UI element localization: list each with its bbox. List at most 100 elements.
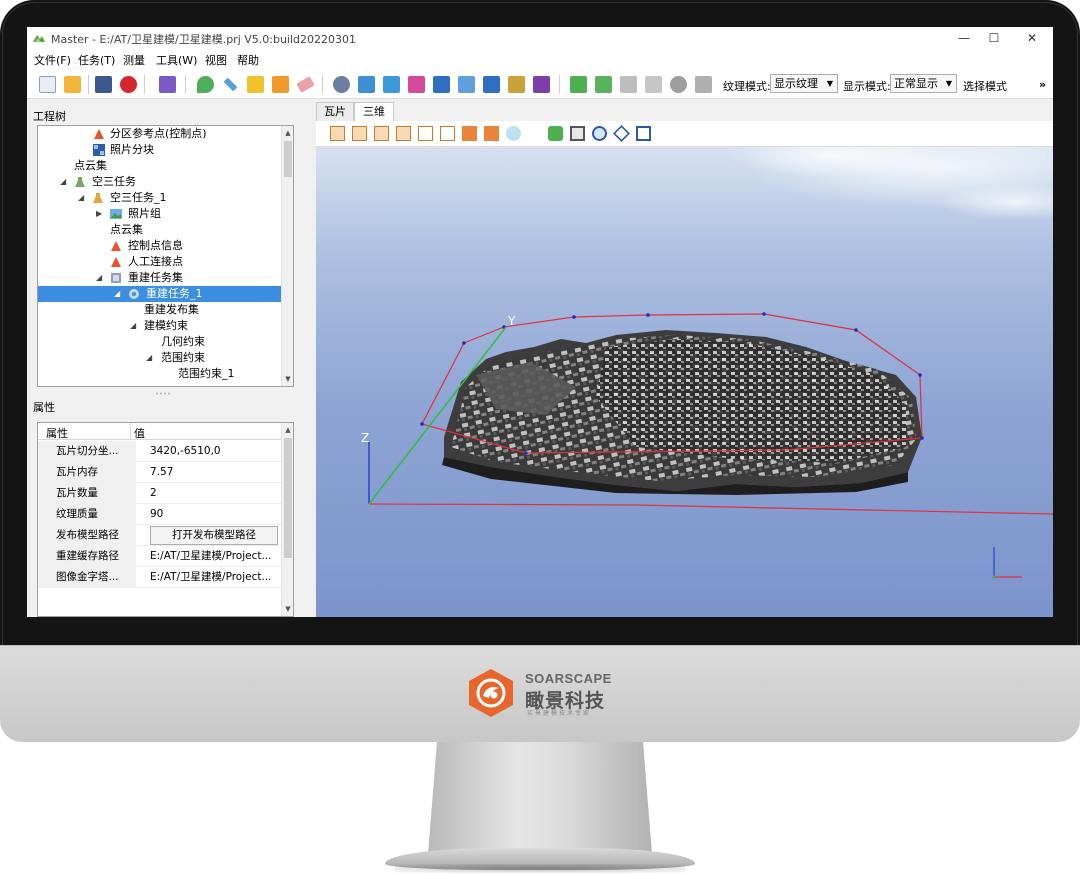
text-icon[interactable] [458,76,475,93]
tab-3d[interactable]: 三维 [354,102,394,122]
view-bottom-icon[interactable] [440,126,455,141]
brand-name-en: SOARSCAPE [525,671,612,686]
tree-item-photo-group[interactable]: ▶ 照片组 [38,206,281,222]
camera-start-icon[interactable] [570,76,587,93]
property-row[interactable]: 重建缓存路径 E:/AT/卫星建模/Project... [38,546,281,567]
eraser-icon[interactable] [296,76,315,93]
lasso-select-icon[interactable] [613,125,630,142]
property-row[interactable]: 纹理质量 90 [38,504,281,525]
maximize-button[interactable]: ☐ [979,29,1009,47]
open-folder-icon[interactable] [64,76,81,93]
save-icon[interactable] [95,76,112,93]
photo-group-icon[interactable] [408,76,425,93]
tab-tiles[interactable]: 瓦片 [316,102,354,121]
tree-item-tie-points[interactable]: 人工连接点 [38,254,281,270]
expand-arrow-icon[interactable]: ◢ [146,350,152,366]
z-axis-label: Z [361,431,369,445]
view-eye-icon[interactable] [506,126,521,141]
select-check-icon[interactable] [548,126,563,141]
box-select-icon[interactable] [570,126,585,141]
view-left-icon[interactable] [374,126,389,141]
tree-item-point-cloud-set-2[interactable]: 点云集 [38,222,281,238]
camera-info-icon[interactable] [645,76,662,93]
volume-measure-icon[interactable] [272,76,289,93]
scroll-up-icon[interactable]: ▲ [282,126,293,140]
tree-item-photo-blocks[interactable]: 照片分块 [38,142,281,158]
property-row[interactable]: 瓦片数量 2 [38,483,281,504]
ruler-icon[interactable] [223,77,238,92]
minimize-button[interactable]: — [949,29,979,47]
display-mode-select[interactable]: 正常显示 ▼ [890,74,957,93]
tree-item-aerotriangulation[interactable]: ◢ 空三任务 [38,174,281,190]
user-task-icon[interactable] [358,76,375,93]
property-row[interactable]: 图像金字塔... E:/AT/卫星建模/Project... [38,567,281,588]
tree-scrollbar[interactable]: ▲ ▼ [281,126,293,386]
properties-scrollbar[interactable]: ▲ ▼ [281,423,293,616]
reality-mesh-buildings [596,339,906,463]
close-button[interactable]: ✕ [1017,29,1047,47]
expand-arrow-icon[interactable]: ◢ [130,318,136,334]
delete-icon[interactable] [120,76,137,93]
property-row[interactable]: 瓦片切分坐... 3420,-6510,0 [38,441,281,462]
properties-header: 属性 值 [38,423,281,440]
area-measure-icon[interactable] [247,76,264,93]
tree-item-point-cloud-set[interactable]: 点云集 [38,158,281,174]
scroll-up-icon[interactable]: ▲ [282,423,293,437]
menu-measure[interactable]: 测量 [123,52,145,68]
view-front-icon[interactable] [330,126,345,141]
expand-arrow-icon[interactable]: ◢ [96,270,102,286]
log-icon[interactable] [483,76,500,93]
select-mode-button[interactable]: 选择模式 [963,78,1007,94]
view-right-icon[interactable] [396,126,411,141]
tree-item-geometry-constraint[interactable]: 几何约束 [38,334,281,350]
grid-icon[interactable] [159,76,176,93]
menu-file[interactable]: 文件(F) [34,52,71,68]
tree-item-partition-points[interactable]: 分区参考点(控制点) [38,126,281,142]
camera-check-icon[interactable] [620,76,637,93]
property-row[interactable]: 瓦片内存 7.57 [38,462,281,483]
polygon-select-icon[interactable] [592,126,607,141]
3d-viewport[interactable]: Z Y [316,147,1053,617]
location-pin-icon[interactable] [197,76,214,93]
script-icon[interactable] [433,76,450,93]
open-publish-path-button[interactable]: 打开发布模型路径 [150,526,278,545]
toolbar-overflow-icon[interactable]: » [1039,78,1046,91]
tree-item-modeling-constraints[interactable]: ◢ 建模约束 [38,318,281,334]
collapse-arrow-icon[interactable]: ▶ [96,206,102,222]
scroll-thumb[interactable] [284,438,292,558]
tree-item-reconstruction-set[interactable]: ◢ 重建任务集 [38,270,281,286]
menu-task[interactable]: 任务(T) [78,52,115,68]
view-top-icon[interactable] [418,126,433,141]
camera-refresh-icon[interactable] [595,76,612,93]
expand-arrow-icon[interactable]: ◢ [60,174,66,190]
view-iso-icon[interactable] [462,126,477,141]
view-back-icon[interactable] [352,126,367,141]
scroll-down-icon[interactable]: ▼ [282,372,293,386]
tree-item-control-points[interactable]: 控制点信息 [38,238,281,254]
preview-icon[interactable] [508,76,525,93]
texture-mode-label: 纹理模式: [723,80,771,93]
texture-mode-select[interactable]: 显示纹理 ▼ [770,74,838,93]
scroll-down-icon[interactable]: ▼ [282,602,293,616]
expand-arrow-icon[interactable]: ◢ [114,286,120,302]
rectangle-select-icon[interactable] [636,126,651,141]
menu-tools[interactable]: 工具(W) [156,52,197,68]
pin-settings-icon[interactable] [695,76,712,93]
settings-gear-icon[interactable] [333,76,350,93]
panel-splitter-grip[interactable] [155,392,173,395]
export-icon[interactable] [533,76,550,93]
new-project-icon[interactable] [39,76,56,93]
tree-item-range-constraint[interactable]: ◢ 范围约束 [38,350,281,366]
view-iso-2-icon[interactable] [484,126,499,141]
menu-view[interactable]: 视图 [205,52,227,68]
tree-item-reconstruction-1[interactable]: ◢ 重建任务_1 [38,286,281,302]
tree-item-range-constraint-1[interactable]: 范围约束_1 [38,366,281,382]
expand-arrow-icon[interactable]: ◢ [78,190,84,206]
tree-item-aerotriangulation-1[interactable]: ◢ 空三任务_1 [38,190,281,206]
menu-help[interactable]: 帮助 [237,52,259,68]
image-icon[interactable] [383,76,400,93]
tree-item-publish-set[interactable]: 重建发布集 [38,302,281,318]
property-row[interactable]: 发布模型路径 打开发布模型路径 [38,525,281,546]
point-cloud-icon[interactable] [670,76,687,93]
scroll-thumb[interactable] [284,141,292,177]
